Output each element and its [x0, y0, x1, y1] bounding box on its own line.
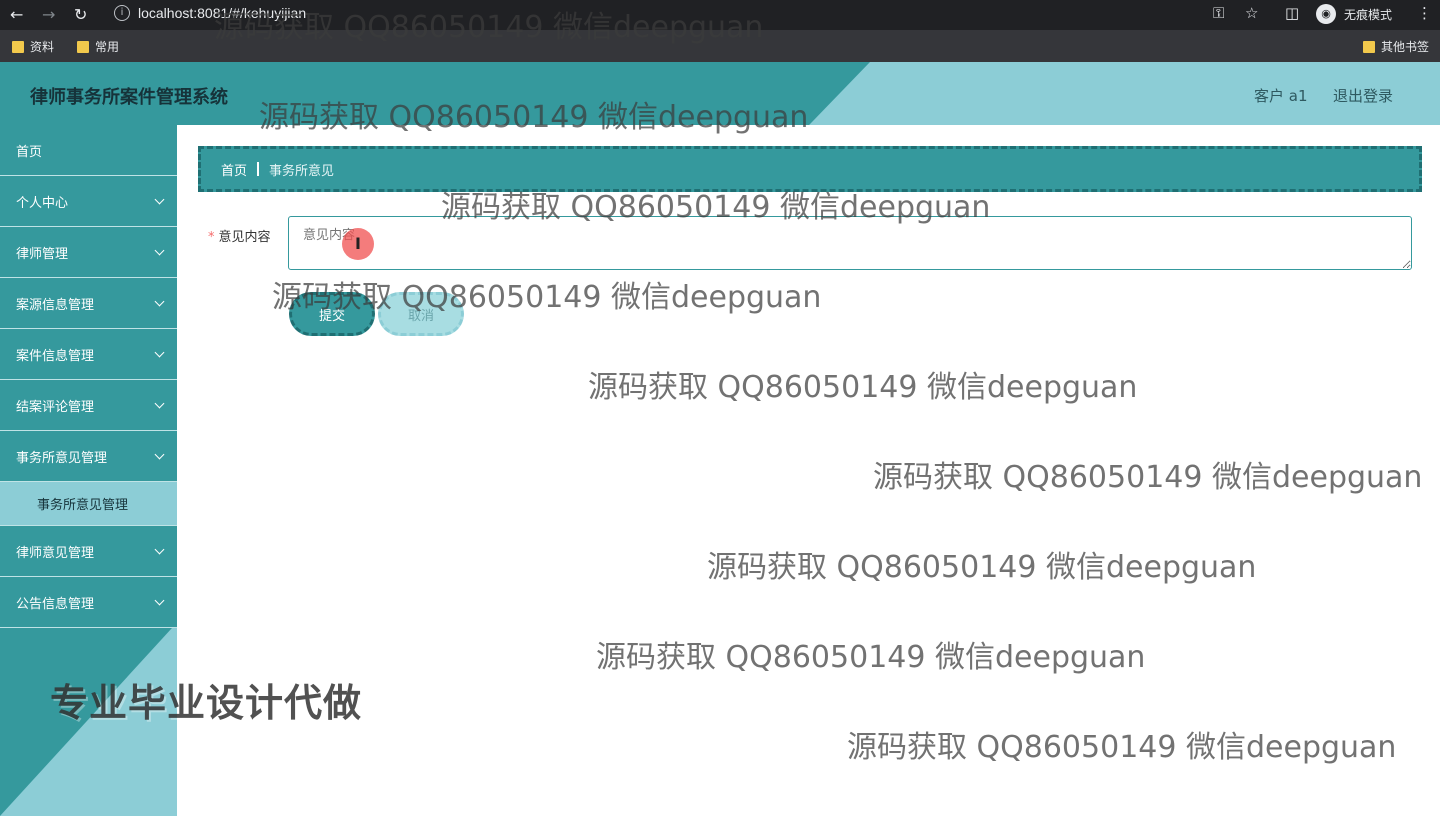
browser-toolbar: ← → ↻ i localhost:8081/#/kehuyijian ⚿ ☆ … — [0, 0, 1440, 30]
sidepanel-icon[interactable]: ◫ — [1285, 4, 1299, 22]
required-mark: * — [208, 230, 215, 245]
app-title: 律师事务所案件管理系统 — [30, 87, 228, 108]
text-cursor-icon: I — [342, 228, 374, 260]
app-header: 律师事务所案件管理系统 客户 a1 退出登录 — [0, 62, 1440, 125]
sidebar-item-label: 首页 — [16, 144, 43, 160]
sidebar-item-firm-opinion[interactable]: 事务所意见管理 — [0, 431, 177, 482]
bookmarks-bar: 资料 常用 其他书签 — [0, 30, 1440, 62]
folder-icon — [12, 40, 24, 53]
incognito-label: 无痕模式 — [1344, 8, 1393, 22]
sidebar-item-label: 律师意见管理 — [16, 545, 95, 561]
submenu-item-firm-opinion[interactable]: 事务所意见管理 — [0, 482, 177, 526]
opinion-label-text: 意见内容 — [218, 230, 271, 245]
bookmark-label: 常用 — [95, 40, 120, 54]
cancel-button[interactable]: 取消 — [378, 292, 464, 336]
sidebar-item-label: 律师管理 — [16, 246, 69, 262]
key-icon[interactable]: ⚿ — [1213, 4, 1224, 22]
breadcrumb-current: 事务所意见 — [269, 163, 335, 179]
sidebar-item-lawyer-opinion[interactable]: 律师意见管理 — [0, 526, 177, 577]
forward-icon[interactable]: → — [42, 5, 55, 24]
sidebar-item-label: 结案评论管理 — [16, 399, 95, 415]
sidebar-item-label: 个人中心 — [16, 195, 69, 211]
sidebar-item-lawyer[interactable]: 律师管理 — [0, 227, 177, 278]
chevron-down-icon — [154, 296, 165, 306]
sidebar-item-label: 公告信息管理 — [16, 596, 95, 612]
folder-icon — [1363, 40, 1375, 53]
star-icon[interactable]: ☆ — [1245, 4, 1258, 22]
sidebar-item-personal-center[interactable]: 个人中心 — [0, 176, 177, 227]
opinion-textarea[interactable] — [288, 216, 1412, 270]
bookmark-folder[interactable]: 资料 — [12, 38, 54, 55]
sidebar-item-label: 事务所意见管理 — [16, 450, 108, 466]
sidebar-item-label: 案件信息管理 — [16, 348, 95, 364]
folder-icon — [77, 40, 89, 53]
reload-icon[interactable]: ↻ — [74, 5, 87, 24]
chevron-down-icon — [154, 398, 165, 408]
back-icon[interactable]: ← — [10, 5, 23, 24]
breadcrumb-separator — [257, 162, 260, 176]
incognito-icon[interactable]: ◉ — [1316, 4, 1336, 24]
opinion-label: * 意见内容 — [208, 226, 271, 245]
sidebar-item-case-info[interactable]: 案件信息管理 — [0, 329, 177, 380]
sidebar-menu: 首页 个人中心 律师管理 案源信息管理 案件信息管理 结案评论管理 事务所意见管… — [0, 125, 177, 628]
chevron-down-icon — [154, 245, 165, 255]
bookmark-label: 资料 — [30, 40, 55, 54]
bookmark-label: 其他书签 — [1381, 40, 1430, 54]
current-user: 客户 a1 — [1254, 87, 1308, 105]
logout-link[interactable]: 退出登录 — [1333, 85, 1393, 106]
chevron-down-icon — [154, 194, 165, 204]
sidebar-item-announcement[interactable]: 公告信息管理 — [0, 577, 177, 628]
submenu-item-label: 事务所意见管理 — [37, 498, 129, 513]
other-bookmarks[interactable]: 其他书签 — [1363, 38, 1429, 55]
breadcrumb: 首页 事务所意见 — [198, 146, 1422, 192]
sidebar-item-label: 案源信息管理 — [16, 297, 95, 313]
sidebar-item-case-source[interactable]: 案源信息管理 — [0, 278, 177, 329]
chevron-down-icon — [154, 449, 165, 459]
sidebar-item-case-review[interactable]: 结案评论管理 — [0, 380, 177, 431]
address-bar[interactable]: localhost:8081/#/kehuyijian — [138, 5, 306, 21]
chevron-down-icon — [154, 595, 165, 605]
menu-kebab-icon[interactable]: ⋮ — [1417, 4, 1432, 22]
chevron-down-icon — [154, 544, 165, 554]
chevron-down-icon — [154, 347, 165, 357]
bookmark-folder[interactable]: 常用 — [77, 38, 119, 55]
breadcrumb-home[interactable]: 首页 — [221, 160, 247, 179]
site-info-icon[interactable]: i — [114, 5, 130, 21]
submit-button[interactable]: 提交 — [289, 292, 375, 336]
sidebar-item-home[interactable]: 首页 — [0, 125, 177, 176]
